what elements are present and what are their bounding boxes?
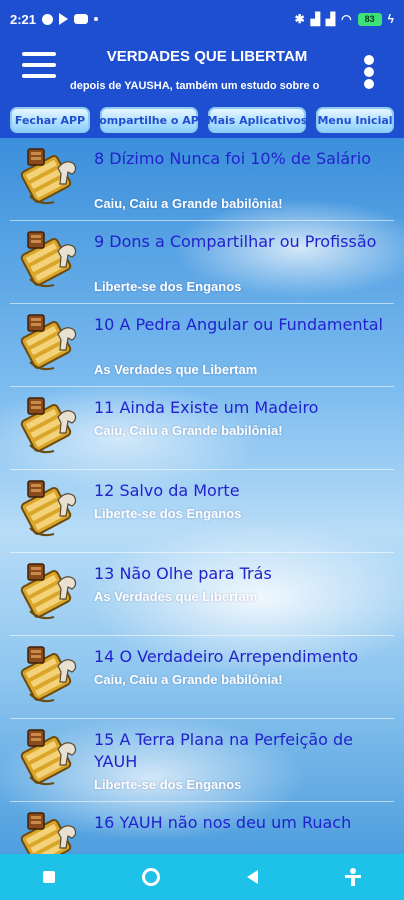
scroll-horse-icon (19, 563, 77, 620)
list-item-subtitle: Caiu, Caiu a Grande babilônia! (94, 423, 283, 438)
list-item[interactable]: 9 Dons a Compartilhar ou Profissão Liber… (10, 221, 394, 304)
more-notifications-icon (94, 17, 99, 21)
study-list: 8 Dízimo Nunca foi 10% de Salário Caiu, … (0, 138, 404, 854)
list-item-title: 10 A Pedra Angular ou Fundamental (94, 315, 383, 334)
scroll-horse-icon (19, 314, 77, 371)
app-subtitle: depois de YAUSHA, também um estudo sobre… (70, 80, 320, 92)
system-nav-bar (0, 854, 404, 900)
main-menu-button[interactable]: Menu Inicial (316, 107, 394, 133)
list-item[interactable]: 8 Dízimo Nunca foi 10% de Salário Caiu, … (10, 138, 394, 221)
battery-icon: 83 (357, 12, 382, 26)
list-item[interactable]: 14 O Verdadeiro Arrependimento Caiu, Cai… (10, 636, 394, 719)
charging-icon: ϟ (387, 12, 394, 26)
list-item-title: 13 Não Olhe para Trás (94, 564, 272, 583)
wifi-icon: ◠ (341, 12, 352, 26)
list-item-title: 12 Salvo da Morte (94, 481, 240, 500)
share-app-button[interactable]: Compartilhe o APP (91, 107, 207, 133)
scroll-horse-icon (19, 812, 77, 854)
scroll-horse-icon (19, 646, 77, 703)
notification-icon (42, 13, 54, 25)
more-apps-button[interactable]: Mais Aplicativos (207, 107, 307, 133)
list-item-subtitle: Liberte-se dos Enganos (94, 279, 242, 294)
list-item[interactable]: 15 A Terra Plana na Perfeição de YAUH Li… (10, 719, 394, 802)
list-item[interactable]: 11 Ainda Existe um Madeiro Caiu, Caiu a … (10, 387, 394, 470)
scroll-horse-icon (19, 729, 77, 786)
home-icon[interactable] (142, 868, 161, 886)
list-item-subtitle: Caiu, Caiu a Grande babilônia! (94, 672, 283, 687)
list-item-title: 11 Ainda Existe um Madeiro (94, 398, 319, 417)
action-toolbar: Fechar APP Compartilhe o APP Mais Aplica… (0, 102, 404, 138)
status-bar: 2:21 ✱ ▟ ▟ ◠ 83 ϟ (0, 0, 404, 38)
list-item-title: 14 O Verdadeiro Arrependimento (94, 647, 359, 666)
scroll-horse-icon (19, 480, 77, 537)
scroll-horse-icon (19, 148, 77, 205)
list-item-subtitle: Liberte-se dos Enganos (94, 506, 242, 521)
scroll-horse-icon (19, 231, 77, 288)
list-item-subtitle: Caiu, Caiu a Grande babilônia! (94, 196, 283, 211)
status-time: 2:21 (10, 11, 37, 27)
play-store-icon (59, 13, 69, 25)
scroll-horse-icon (19, 397, 77, 454)
list-item[interactable]: 16 YAUH não nos deu um Ruach (10, 802, 394, 854)
signal-icon-2: ▟ (325, 12, 336, 26)
list-item[interactable]: 13 Não Olhe para Trás As Verdades que Li… (10, 553, 394, 636)
list-item-subtitle: Liberte-se dos Enganos (94, 777, 242, 792)
hamburger-icon[interactable] (22, 52, 56, 86)
close-app-button[interactable]: Fechar APP (10, 107, 90, 133)
list-item-title: 9 Dons a Compartilhar ou Profissão (94, 232, 377, 251)
list-item[interactable]: 10 A Pedra Angular ou Fundamental As Ver… (10, 304, 394, 387)
list-item[interactable]: 12 Salvo da Morte Liberte-se dos Enganos (10, 470, 394, 553)
accessibility-icon[interactable] (344, 868, 361, 886)
list-item-title: 16 YAUH não nos deu um Ruach (94, 813, 352, 832)
kebab-icon[interactable] (362, 55, 376, 89)
list-item-subtitle: As Verdades que Libertam (94, 362, 258, 377)
youtube-icon (74, 14, 89, 24)
list-item-title: 8 Dízimo Nunca foi 10% de Salário (94, 149, 371, 168)
back-icon[interactable] (246, 870, 258, 884)
app-bar: VERDADES QUE LIBERTAM depois de YAUSHA, … (0, 38, 404, 102)
list-item-title: 15 A Terra Plana na Perfeição de YAUH (94, 730, 353, 771)
signal-icon: ▟ (310, 12, 320, 26)
app-title: VERDADES QUE LIBERTAM (106, 48, 308, 65)
recent-apps-icon[interactable] (43, 871, 56, 883)
list-item-subtitle: As Verdades que Libertam (94, 589, 258, 604)
bluetooth-icon: ✱ (294, 12, 305, 26)
